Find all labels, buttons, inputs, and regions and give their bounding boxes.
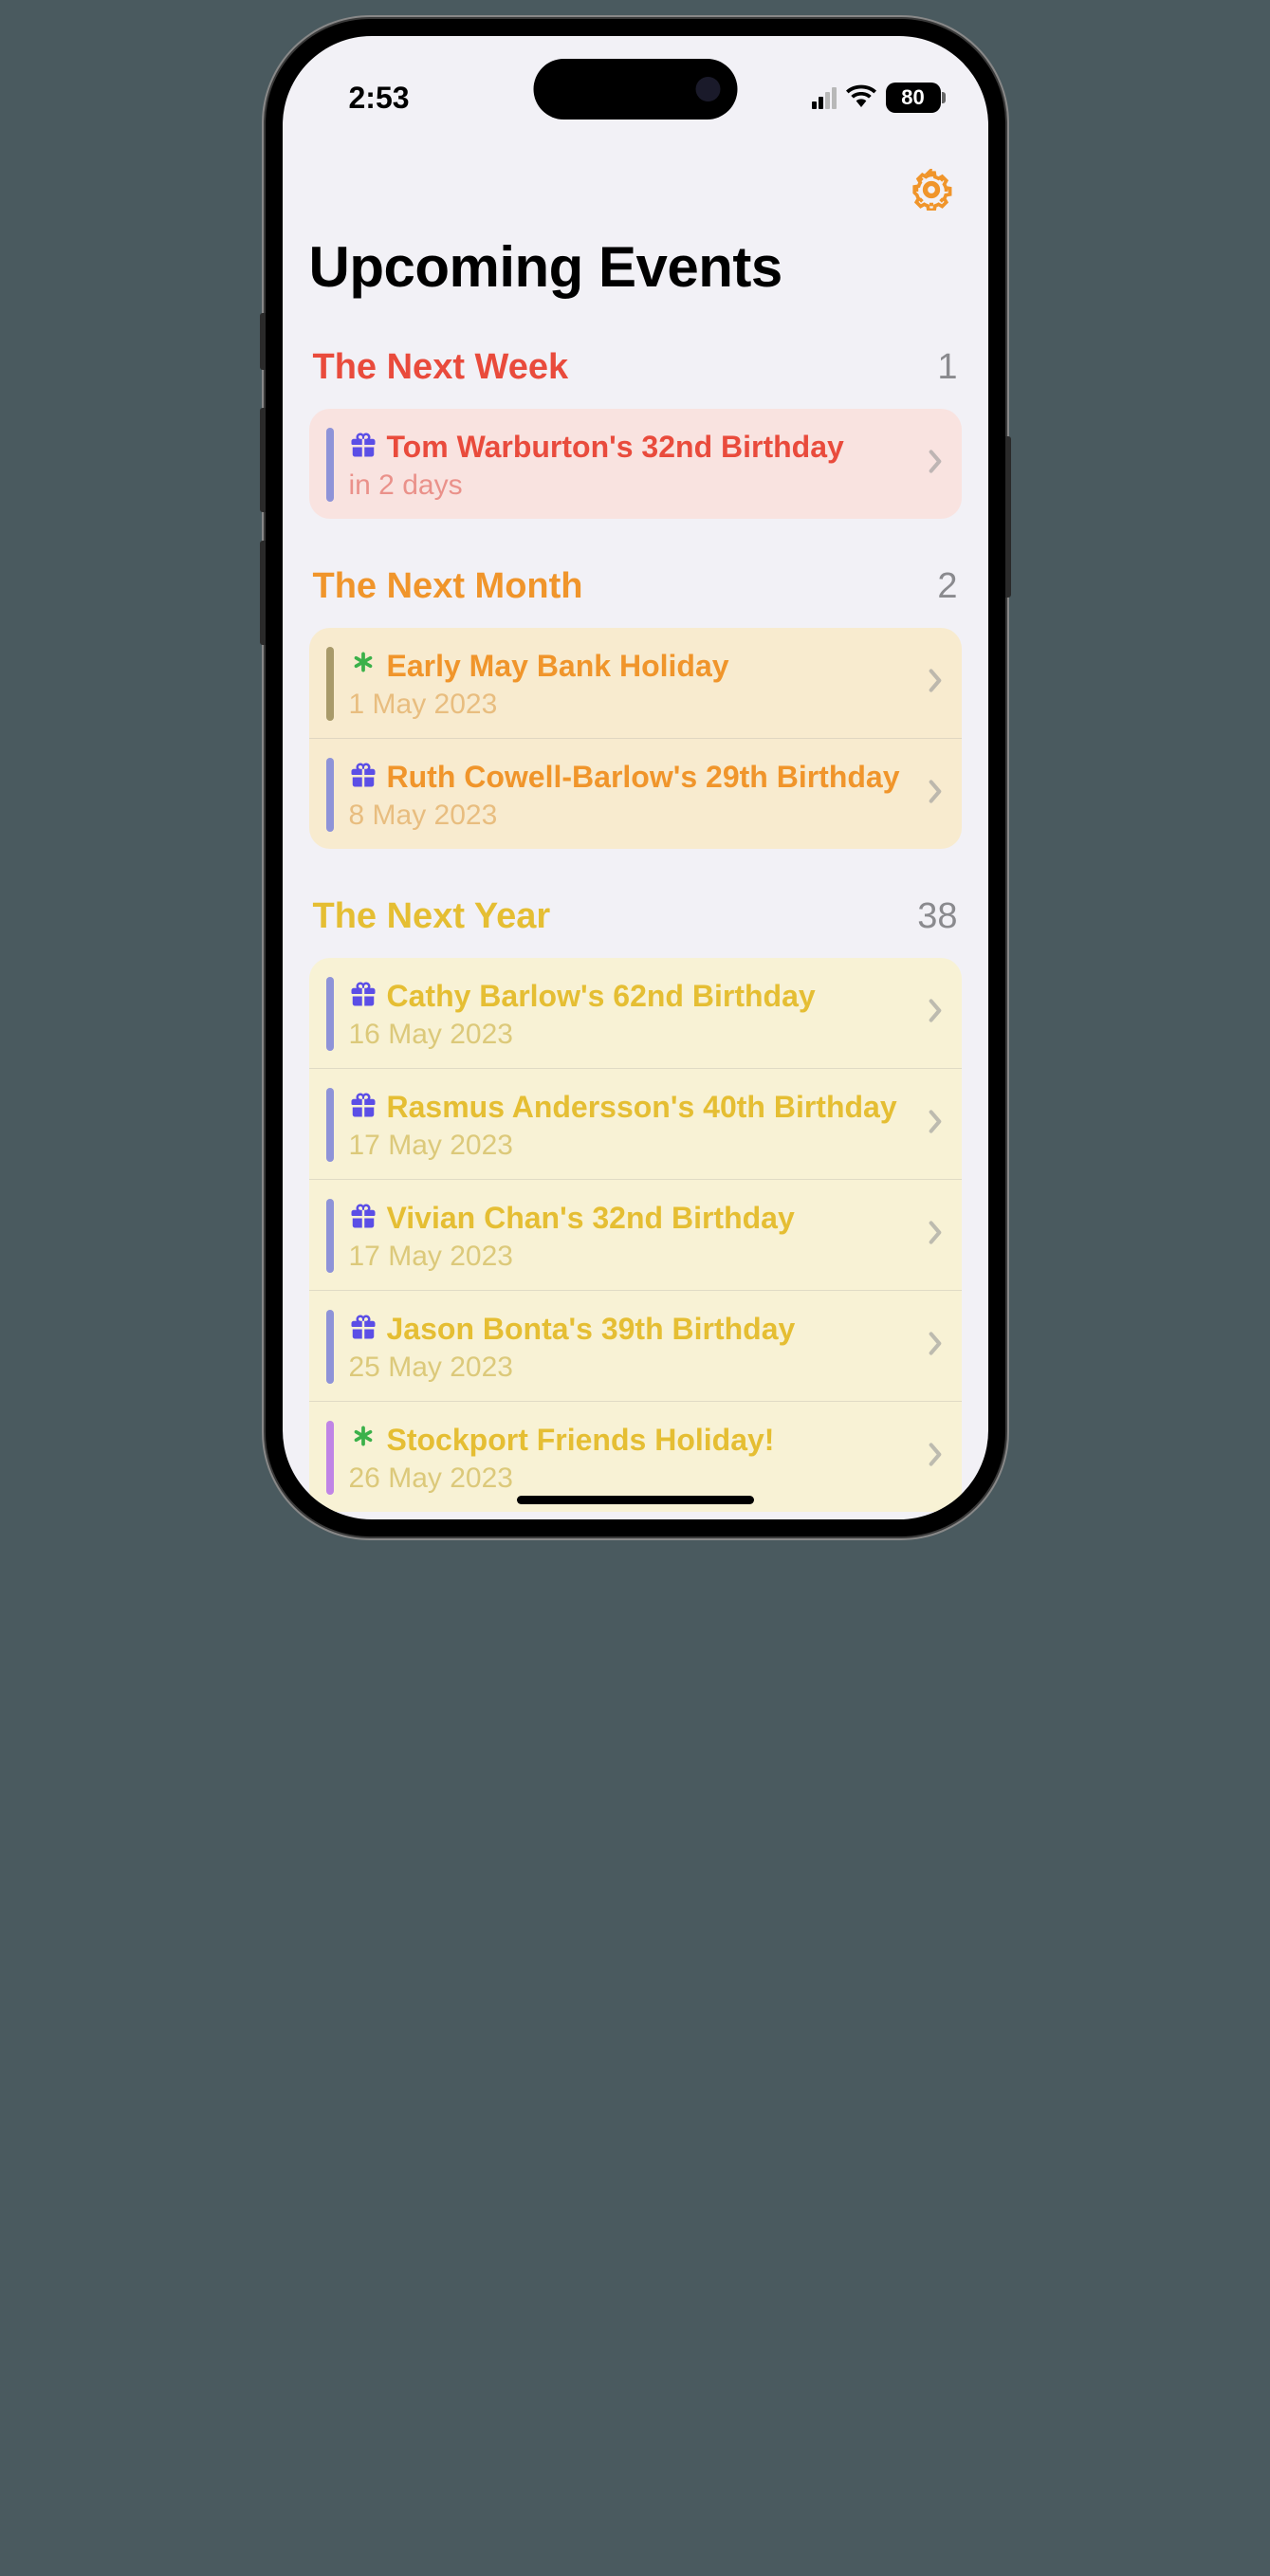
event-title: Jason Bonta's 39th Birthday [387, 1310, 907, 1348]
gift-icon [349, 1201, 377, 1239]
event-row[interactable]: Ruth Cowell-Barlow's 29th Birthday 8 May … [309, 738, 962, 849]
header-row [309, 131, 962, 234]
event-subtitle: 8 May 2023 [349, 800, 907, 832]
event-title-line: Jason Bonta's 39th Birthday [349, 1310, 907, 1350]
chevron-right-icon [928, 780, 943, 809]
settings-button[interactable] [911, 169, 952, 215]
event-title-line: Tom Warburton's 32nd Birthday [349, 428, 907, 468]
gift-icon [349, 1090, 377, 1128]
chevron-right-icon [928, 1332, 943, 1361]
event-body: Vivian Chan's 32nd Birthday 17 May 2023 [349, 1199, 945, 1273]
event-title: Stockport Friends Holiday! [387, 1421, 907, 1459]
gift-icon [349, 979, 377, 1017]
event-body: Stockport Friends Holiday! 26 May 2023 [349, 1421, 945, 1495]
gift-icon [349, 430, 377, 468]
side-button [260, 313, 266, 370]
event-body: Tom Warburton's 32nd Birthdayin 2 days [349, 428, 945, 502]
section-count: 2 [937, 566, 957, 607]
event-body: Rasmus Andersson's 40th Birthday 17 May 2… [349, 1088, 945, 1162]
section-header: The Next Week 1 [309, 347, 962, 388]
section-title: The Next Year [313, 896, 551, 937]
volume-up-button [260, 408, 266, 512]
chevron-right-icon [928, 1221, 943, 1250]
content: Upcoming Events The Next Week 1 Tom Warbur… [283, 131, 988, 1519]
chevron-right-icon [928, 1443, 943, 1472]
event-stripe [326, 1310, 334, 1384]
chevron-right-icon [928, 450, 943, 479]
battery-level: 80 [901, 85, 924, 110]
section-year: The Next Year 38 Cathy Barlow's 62nd Birth… [309, 896, 962, 1512]
camera-icon [695, 77, 720, 101]
event-group: Tom Warburton's 32nd Birthdayin 2 days [309, 409, 962, 519]
chevron-right-icon [928, 999, 943, 1028]
event-stripe [326, 1199, 334, 1273]
event-title-line: Early May Bank Holiday [349, 647, 907, 687]
event-row[interactable]: Early May Bank Holiday 1 May 2023 [309, 628, 962, 738]
asterisk-icon [349, 649, 377, 687]
section-month: The Next Month 2 Early May Bank Holiday 1 M… [309, 566, 962, 849]
event-stripe [326, 428, 334, 502]
gift-icon [349, 1312, 377, 1350]
event-group: Cathy Barlow's 62nd Birthday 16 May 2023 R… [309, 958, 962, 1512]
section-title: The Next Week [313, 347, 569, 388]
event-title: Early May Bank Holiday [387, 647, 907, 685]
event-row[interactable]: Vivian Chan's 32nd Birthday 17 May 2023 [309, 1179, 962, 1290]
event-group: Early May Bank Holiday 1 May 2023 Ruth Cow… [309, 628, 962, 849]
section-count: 38 [917, 896, 957, 937]
event-title-line: Cathy Barlow's 62nd Birthday [349, 977, 907, 1017]
event-row[interactable]: Rasmus Andersson's 40th Birthday 17 May 2… [309, 1068, 962, 1179]
event-stripe [326, 1088, 334, 1162]
battery-icon: 80 [886, 83, 941, 113]
volume-down-button [260, 541, 266, 645]
gift-icon [349, 760, 377, 798]
event-row[interactable]: Tom Warburton's 32nd Birthdayin 2 days [309, 409, 962, 519]
event-body: Cathy Barlow's 62nd Birthday 16 May 2023 [349, 977, 945, 1051]
event-subtitle: 17 May 2023 [349, 1241, 907, 1273]
event-subtitle: 25 May 2023 [349, 1352, 907, 1384]
screen: 2:53 80 [283, 36, 988, 1519]
event-title-line: Ruth Cowell-Barlow's 29th Birthday [349, 758, 907, 798]
event-body: Jason Bonta's 39th Birthday 25 May 2023 [349, 1310, 945, 1384]
event-subtitle: 16 May 2023 [349, 1019, 907, 1051]
event-title: Rasmus Andersson's 40th Birthday [387, 1088, 907, 1126]
section-header: The Next Month 2 [309, 566, 962, 607]
event-title: Tom Warburton's 32nd Birthday [387, 428, 907, 466]
event-subtitle: 1 May 2023 [349, 689, 907, 721]
section-header: The Next Year 38 [309, 896, 962, 937]
section-count: 1 [937, 347, 957, 388]
event-title: Vivian Chan's 32nd Birthday [387, 1199, 907, 1237]
event-subtitle: in 2 days [349, 469, 907, 502]
chevron-right-icon [928, 669, 943, 698]
event-stripe [326, 1421, 334, 1495]
cell-signal-icon [812, 87, 837, 109]
event-body: Early May Bank Holiday 1 May 2023 [349, 647, 945, 721]
page-title: Upcoming Events [309, 234, 962, 300]
phone-frame: 2:53 80 [266, 19, 1005, 1536]
event-stripe [326, 977, 334, 1051]
event-stripe [326, 647, 334, 721]
event-title: Ruth Cowell-Barlow's 29th Birthday [387, 758, 907, 796]
event-title-line: Stockport Friends Holiday! [349, 1421, 907, 1461]
event-title-line: Vivian Chan's 32nd Birthday [349, 1199, 907, 1239]
event-stripe [326, 758, 334, 832]
event-title: Cathy Barlow's 62nd Birthday [387, 977, 907, 1015]
asterisk-icon [349, 1423, 377, 1461]
section-title: The Next Month [313, 566, 583, 607]
chevron-right-icon [928, 1110, 943, 1139]
event-row[interactable]: Cathy Barlow's 62nd Birthday 16 May 2023 [309, 958, 962, 1068]
wifi-icon [846, 84, 876, 112]
power-button [1005, 436, 1011, 598]
event-subtitle: 26 May 2023 [349, 1463, 907, 1495]
event-title-line: Rasmus Andersson's 40th Birthday [349, 1088, 907, 1128]
home-indicator[interactable] [517, 1496, 754, 1504]
status-right: 80 [812, 83, 941, 113]
status-time: 2:53 [349, 81, 410, 116]
event-row[interactable]: Jason Bonta's 39th Birthday 25 May 2023 [309, 1290, 962, 1401]
dynamic-island [533, 59, 737, 120]
event-body: Ruth Cowell-Barlow's 29th Birthday 8 May … [349, 758, 945, 832]
section-week: The Next Week 1 Tom Warburton's 32nd Birth… [309, 347, 962, 519]
event-subtitle: 17 May 2023 [349, 1130, 907, 1162]
